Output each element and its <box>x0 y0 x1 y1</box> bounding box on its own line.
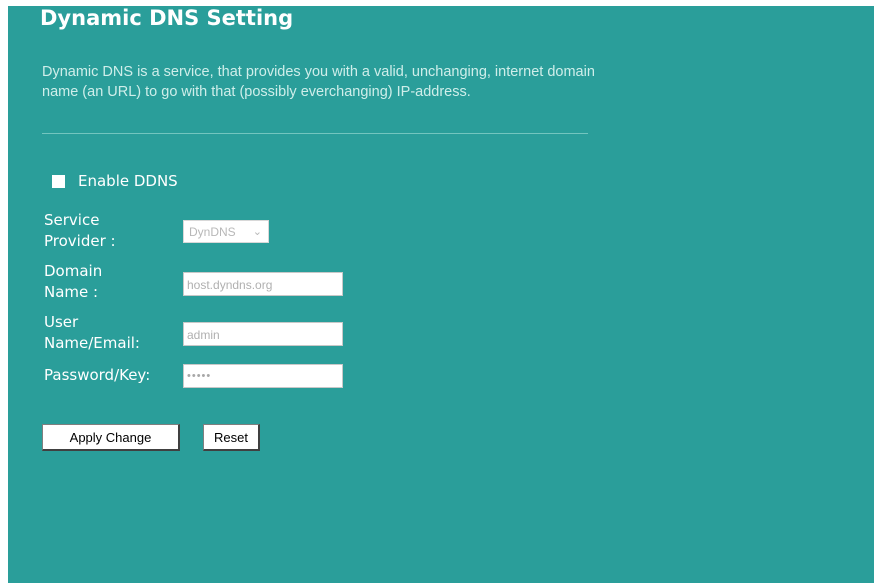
enable-ddns-row: Enable DDNS <box>52 172 178 190</box>
enable-ddns-checkbox[interactable] <box>52 174 65 188</box>
divider <box>42 133 588 134</box>
apply-change-button[interactable]: Apply Change <box>42 424 180 451</box>
service-provider-label: Service Provider : <box>44 210 116 252</box>
page-title: Dynamic DNS Setting <box>40 6 294 30</box>
domain-name-label-line2: Name : <box>44 283 99 301</box>
service-provider-value: DynDNS <box>189 225 236 239</box>
user-name-label: User Name/Email: <box>44 312 140 354</box>
service-provider-select[interactable]: DynDNS ⌄ <box>183 220 269 243</box>
domain-name-field[interactable]: host.dyndns.org <box>183 272 343 296</box>
domain-name-label-line1: Domain <box>44 262 103 280</box>
password-field[interactable]: ••••• <box>183 364 343 388</box>
user-name-label-line1: User <box>44 313 79 331</box>
chevron-down-icon: ⌄ <box>252 226 262 238</box>
ddns-panel: Dynamic DNS Setting Dynamic DNS is a ser… <box>8 6 874 583</box>
enable-ddns-label: Enable DDNS <box>78 172 178 190</box>
reset-button[interactable]: Reset <box>203 424 260 451</box>
user-name-label-line2: Name/Email: <box>44 334 140 352</box>
domain-name-label: Domain Name : <box>44 261 102 303</box>
user-name-field[interactable]: admin <box>183 322 343 346</box>
service-provider-label-line2: Provider : <box>44 232 116 250</box>
password-label: Password/Key: <box>44 366 151 384</box>
page-description: Dynamic DNS is a service, that provides … <box>42 64 595 100</box>
service-provider-label-line1: Service <box>44 211 100 229</box>
